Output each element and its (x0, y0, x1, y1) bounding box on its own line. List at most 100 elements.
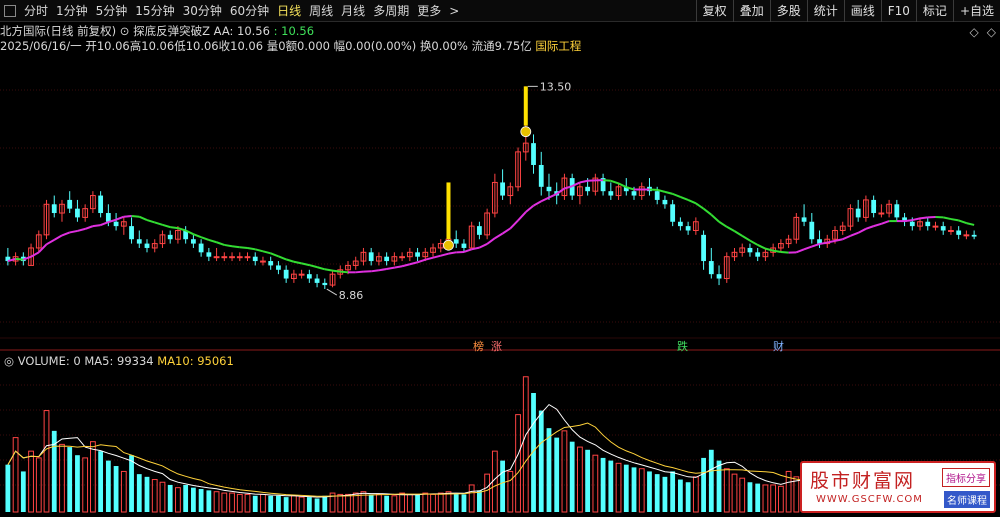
ma-line-segment (216, 241, 225, 246)
ma-line-segment (417, 258, 426, 264)
watermark-tag-course: 名师课程 (944, 491, 990, 508)
volume-ma-toggle-icon[interactable]: ◎ (4, 354, 14, 368)
candle-body (716, 274, 722, 279)
ma-line-segment (193, 233, 202, 239)
volume-bar (770, 484, 777, 513)
ma-line-segment (827, 239, 836, 244)
volume-bar (229, 492, 235, 513)
ma-line-segment (46, 238, 55, 246)
candle-body (878, 212, 885, 215)
candle-body (268, 261, 274, 266)
volume-bar (716, 460, 722, 512)
volume-bar (585, 449, 591, 512)
volume-bar (615, 462, 622, 513)
ma-line-segment (958, 219, 967, 225)
volume-bar (477, 490, 482, 512)
volume-bar (515, 414, 521, 513)
badge-die[interactable]: 跌 (676, 340, 689, 353)
candle-body (608, 191, 614, 196)
volume-bar (391, 495, 398, 513)
volume-bar (546, 428, 552, 512)
ma-line-segment (749, 239, 759, 246)
volume-bar (376, 493, 382, 513)
ma-line-segment (394, 265, 403, 269)
ma-line-segment (138, 215, 148, 221)
volume-bar (337, 493, 344, 513)
badge-cai[interactable]: 财 (772, 340, 785, 353)
candle-body (322, 282, 328, 286)
candle-body (855, 208, 861, 218)
candle-body (747, 247, 753, 253)
volume-bar (276, 495, 281, 512)
candle-body (546, 186, 552, 192)
ma-line-segment (710, 213, 720, 223)
candle-body (244, 256, 251, 259)
ma-line-segment (247, 246, 256, 251)
candle-body (708, 261, 714, 275)
volume-bar (430, 493, 436, 513)
candle-body (298, 273, 305, 276)
volume-bar (198, 489, 204, 512)
ma-line-segment (309, 264, 318, 269)
ma-line-segment (378, 267, 387, 272)
ma-line-segment (603, 179, 611, 182)
ma-line-segment (579, 179, 588, 184)
ma-line-segment (811, 242, 820, 248)
volume-bar (600, 457, 606, 512)
volume-bar (244, 493, 251, 513)
volume-bar (20, 471, 26, 512)
volume-ma10: MA10: 95061 (157, 354, 234, 368)
ma-line-segment (340, 270, 349, 274)
volume-bar (608, 460, 614, 512)
candle-body (662, 199, 668, 205)
ma-line-segment (208, 238, 217, 244)
volume-bar (159, 481, 166, 513)
volume-bar (290, 495, 297, 513)
ma-line-segment (448, 251, 457, 255)
candle-body (971, 234, 977, 237)
volume-bar (522, 376, 529, 513)
badge-bang[interactable]: 榜 (472, 340, 485, 353)
watermark-logo: 股市财富网 WWW.GSCFW.COM 指标分享 名师课程 (800, 461, 996, 513)
volume-bar (670, 471, 676, 512)
badge-zhang[interactable]: 涨 (490, 340, 503, 353)
volume-bar (345, 493, 351, 513)
ma-line-segment (224, 243, 233, 248)
ma-line-segment (285, 258, 295, 263)
volume-label: VOLUME: 0 (17, 354, 81, 368)
volume-bar (213, 491, 220, 513)
low-pointer (326, 288, 338, 296)
candle-body (314, 278, 320, 283)
candle-body (198, 243, 204, 253)
ma-line-segment (278, 255, 287, 261)
ma-line-segment (857, 227, 867, 234)
candle-body (894, 204, 900, 218)
volume-bar (461, 494, 467, 512)
volume-bar (75, 455, 80, 512)
candle-body (701, 234, 706, 262)
volume-bar (190, 487, 196, 512)
ma-line-segment (517, 211, 527, 222)
volume-bar (12, 437, 19, 513)
volume-bar (422, 492, 429, 513)
volume-bar (777, 485, 784, 513)
volume-bar (283, 497, 289, 512)
ma-line-segment (324, 268, 333, 272)
ma-line-segment (371, 269, 380, 273)
watermark-tag-share: 指标分享 (942, 468, 990, 487)
coin-icon (443, 239, 454, 251)
volume-bar (368, 494, 374, 512)
signal-bar (446, 182, 451, 240)
volume-bar (167, 484, 173, 512)
kline-chart[interactable]: 13.50 8.86 (0, 0, 1000, 517)
volume-bar (755, 483, 761, 512)
volume-bar (298, 496, 305, 513)
candle-body (948, 229, 954, 232)
ma-line-segment (850, 231, 859, 237)
volume-bar (67, 447, 73, 512)
volume-bar (268, 495, 274, 512)
ma-line-segment (702, 207, 712, 216)
candle-body (136, 239, 142, 244)
ma-line-segment (733, 230, 743, 237)
ma-line-segment (502, 227, 511, 235)
